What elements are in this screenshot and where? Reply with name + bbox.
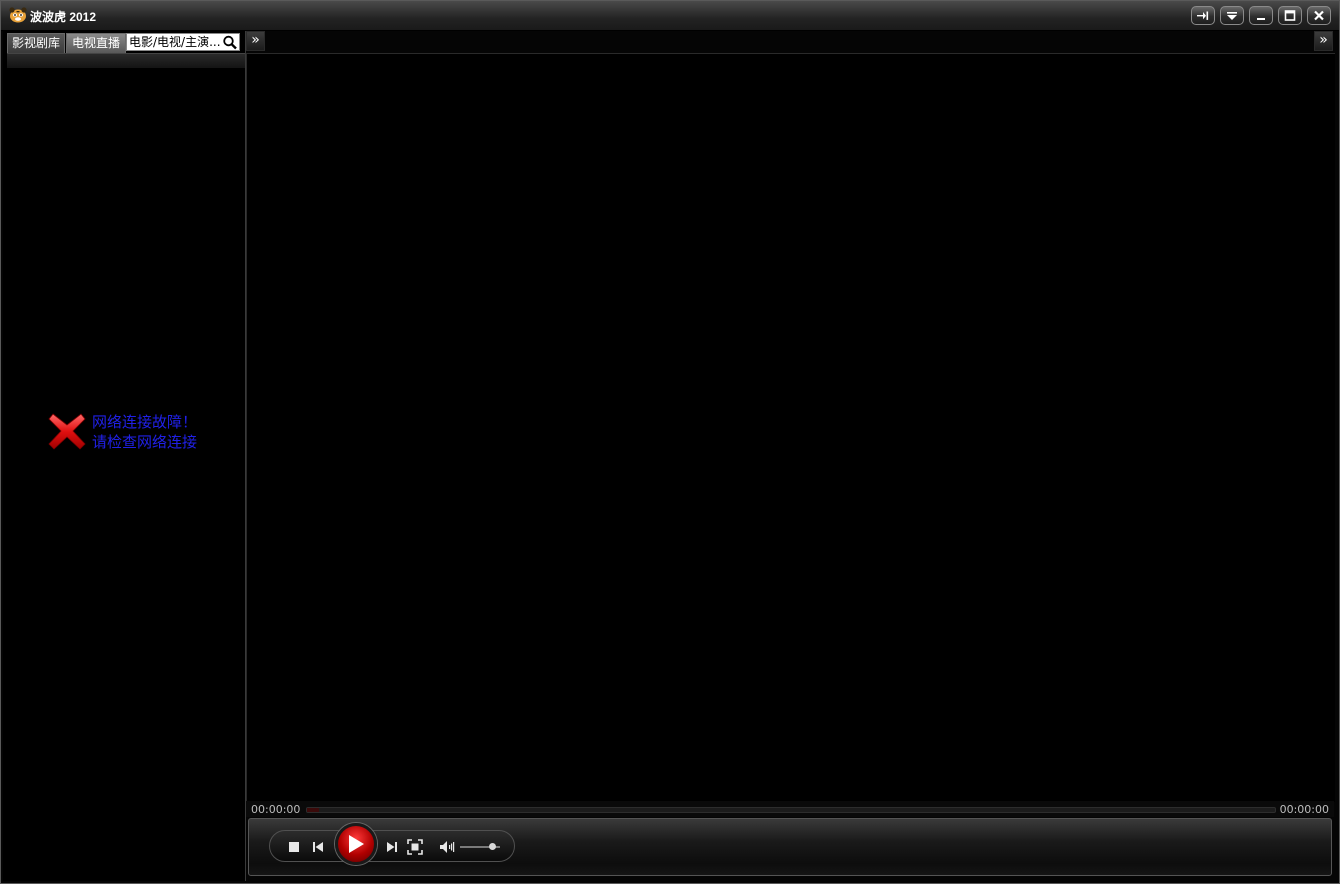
- next-icon: [387, 842, 397, 852]
- minimize-icon: [1257, 17, 1265, 20]
- pin-button[interactable]: [1191, 6, 1215, 25]
- next-button[interactable]: [384, 839, 400, 855]
- window-controls: [1191, 6, 1331, 25]
- search-box: [126, 33, 240, 51]
- mute-button[interactable]: [438, 838, 456, 856]
- expand-left-panel-button[interactable]: »: [246, 31, 265, 51]
- expand-right-panel-button[interactable]: »: [1314, 31, 1333, 51]
- maximize-icon: [1284, 10, 1296, 21]
- error-x-icon: [48, 413, 86, 450]
- error-line-2: 请检查网络连接: [92, 433, 198, 451]
- fullscreen-icon: [407, 839, 423, 855]
- title-bar[interactable]: 波波虎 2012: [1, 1, 1339, 31]
- dropdown-menu-button[interactable]: [1220, 6, 1244, 25]
- app-window: 波波虎 2012 影视剧库 电视直播 电影/电视/主演... 网络连接故障！ 请…: [0, 0, 1340, 884]
- left-panel: 影视剧库 电视直播 网络连接故障！: [3, 31, 246, 881]
- previous-button[interactable]: [310, 839, 326, 855]
- error-line-1: 网络连接故障！: [92, 413, 198, 431]
- tab-tv-live[interactable]: 电视直播: [66, 33, 126, 53]
- window-title: 波波虎 2012: [30, 10, 97, 24]
- left-panel-header-strip: [7, 53, 245, 68]
- elapsed-time: 00:00:00: [251, 803, 301, 816]
- tiger-logo-icon: [9, 7, 27, 23]
- previous-icon: [313, 842, 323, 852]
- maximize-button[interactable]: [1278, 6, 1302, 25]
- minimize-button[interactable]: [1249, 6, 1273, 25]
- speaker-icon: [440, 841, 455, 853]
- close-button[interactable]: [1307, 6, 1331, 25]
- play-button[interactable]: [335, 823, 377, 865]
- seek-bar-head: [307, 808, 319, 812]
- stop-button[interactable]: [286, 839, 302, 855]
- video-display[interactable]: [246, 53, 1335, 802]
- search-icon[interactable]: [222, 35, 238, 50]
- total-time: 00:00:00: [1279, 803, 1329, 816]
- seek-bar[interactable]: [306, 807, 1276, 813]
- volume-slider-handle[interactable]: [488, 843, 496, 850]
- play-icon: [349, 835, 364, 853]
- progress-row: 00:00:00 00:00:00: [246, 801, 1334, 817]
- close-icon: [1314, 10, 1324, 21]
- search-input[interactable]: [129, 34, 221, 50]
- fullscreen-button[interactable]: [406, 838, 424, 856]
- stop-icon: [289, 842, 299, 852]
- control-bar: [248, 818, 1332, 876]
- tab-video-library[interactable]: 影视剧库: [7, 33, 65, 53]
- dropdown-menu-icon: [1227, 11, 1237, 20]
- pin-icon: [1197, 11, 1209, 20]
